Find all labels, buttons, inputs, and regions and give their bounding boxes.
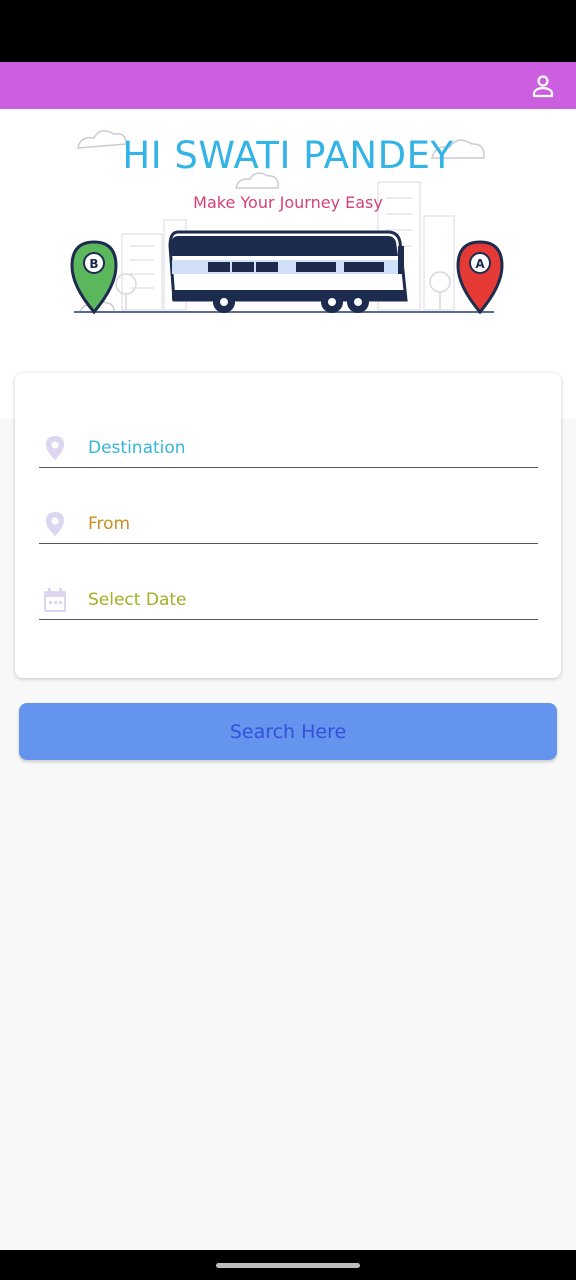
- destination-label: Destination: [88, 437, 186, 458]
- greeting-title: HI SWATI PANDEY: [122, 134, 454, 177]
- marker-a-label: A: [475, 257, 485, 271]
- banner-subtitle: Make Your Journey Easy: [193, 193, 383, 212]
- from-label: From: [88, 513, 131, 534]
- calendar-icon: [41, 586, 69, 614]
- select-date-label: Select Date: [88, 589, 187, 610]
- home-handle[interactable]: [216, 1263, 360, 1268]
- search-button[interactable]: Search Here: [19, 703, 557, 760]
- from-field[interactable]: From: [39, 504, 538, 544]
- person-outline-icon: [532, 75, 554, 98]
- destination-field[interactable]: Destination: [39, 428, 538, 468]
- date-field[interactable]: Select Date: [39, 580, 538, 620]
- status-bar: [0, 0, 576, 62]
- location-pin-icon: [41, 510, 69, 538]
- app-bar: [0, 62, 576, 109]
- system-navigation-bar: [0, 1250, 576, 1280]
- profile-button[interactable]: [530, 72, 556, 100]
- location-pin-icon: [41, 434, 69, 462]
- search-form-card: Destination From Select Date: [15, 373, 561, 678]
- marker-b-label: B: [89, 257, 98, 271]
- banner-illustration: B A HI SWATI PANDEY Make Your Journey Ea…: [60, 112, 516, 332]
